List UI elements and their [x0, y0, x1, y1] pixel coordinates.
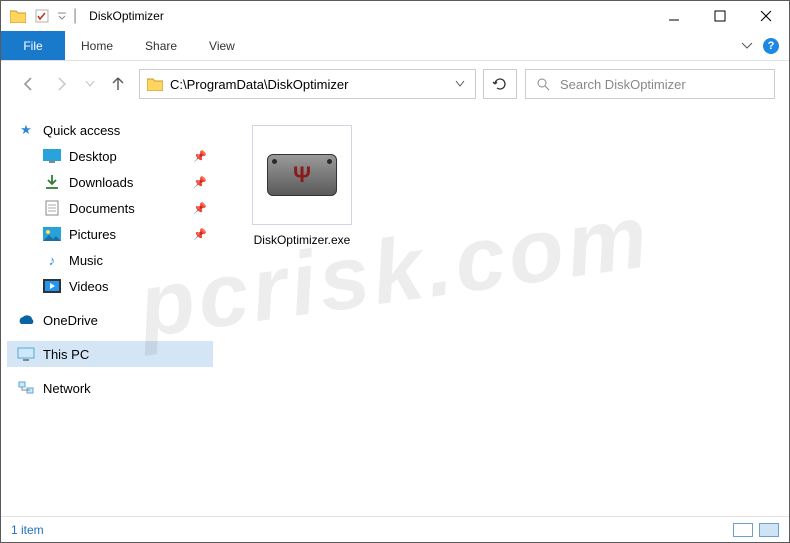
tab-share[interactable]: Share: [129, 31, 193, 60]
quick-access-header[interactable]: ★ Quick access: [7, 117, 213, 143]
navigation-pane: ★ Quick access Desktop 📌 Downloads 📌 Doc…: [1, 107, 219, 516]
sidebar-item-music[interactable]: ♪ Music: [7, 247, 213, 273]
sidebar-item-documents[interactable]: Documents 📌: [7, 195, 213, 221]
pin-icon: 📌: [193, 228, 207, 241]
quick-access-label: Quick access: [43, 123, 120, 138]
sidebar-item-pictures[interactable]: Pictures 📌: [7, 221, 213, 247]
sidebar-item-network[interactable]: Network: [7, 375, 213, 401]
sidebar-item-label: Pictures: [69, 227, 116, 242]
sidebar-item-videos[interactable]: Videos: [7, 273, 213, 299]
qat-chevron-down-icon[interactable]: [57, 7, 67, 25]
back-button[interactable]: [15, 71, 41, 97]
file-tab[interactable]: File: [1, 31, 65, 60]
quick-access-icon: ★: [17, 121, 35, 139]
file-list[interactable]: Ψ DiskOptimizer.exe: [219, 107, 789, 516]
search-box[interactable]: [525, 69, 775, 99]
large-icons-view-button[interactable]: [759, 523, 779, 537]
sidebar-item-label: Documents: [69, 201, 135, 216]
status-bar: 1 item: [1, 516, 789, 542]
sidebar-item-downloads[interactable]: Downloads 📌: [7, 169, 213, 195]
sidebar-item-label: OneDrive: [43, 313, 98, 328]
address-bar[interactable]: [139, 69, 476, 99]
search-icon: [534, 75, 552, 93]
videos-icon: [43, 277, 61, 295]
sidebar-item-thispc[interactable]: This PC: [7, 341, 213, 367]
title-bar: | DiskOptimizer: [1, 1, 789, 31]
pin-icon: 📌: [193, 150, 207, 163]
help-icon[interactable]: ?: [763, 38, 779, 54]
music-icon: ♪: [43, 251, 61, 269]
item-count: 1 item: [11, 523, 44, 537]
tab-view[interactable]: View: [193, 31, 251, 60]
forward-button[interactable]: [49, 71, 75, 97]
thispc-icon: [17, 345, 35, 363]
up-button[interactable]: [105, 71, 131, 97]
search-input[interactable]: [560, 77, 766, 92]
window-title: DiskOptimizer: [89, 9, 164, 23]
qat-properties-icon[interactable]: [33, 7, 51, 25]
network-icon: [17, 379, 35, 397]
recent-locations-icon[interactable]: [83, 71, 97, 97]
pictures-icon: [43, 225, 61, 243]
sidebar-item-label: This PC: [43, 347, 89, 362]
nav-row: [1, 61, 789, 107]
sidebar-item-desktop[interactable]: Desktop 📌: [7, 143, 213, 169]
exe-icon: Ψ: [267, 148, 337, 203]
address-input[interactable]: [170, 77, 445, 92]
ribbon-expand-icon[interactable]: [741, 37, 753, 55]
sidebar-item-label: Videos: [69, 279, 109, 294]
maximize-button[interactable]: [697, 1, 743, 31]
sidebar-item-label: Desktop: [69, 149, 117, 164]
tab-home[interactable]: Home: [65, 31, 129, 60]
close-button[interactable]: [743, 1, 789, 31]
ribbon: File Home Share View ?: [1, 31, 789, 61]
file-item[interactable]: Ψ DiskOptimizer.exe: [237, 125, 367, 247]
desktop-icon: [43, 147, 61, 165]
details-view-button[interactable]: [733, 523, 753, 537]
pin-icon: 📌: [193, 176, 207, 189]
folder-window-icon: [9, 7, 27, 25]
documents-icon: [43, 199, 61, 217]
file-thumbnail: Ψ: [252, 125, 352, 225]
sidebar-item-label: Network: [43, 381, 91, 396]
refresh-button[interactable]: [483, 69, 517, 99]
pin-icon: 📌: [193, 202, 207, 215]
address-history-chevron-icon[interactable]: [451, 75, 469, 93]
downloads-icon: [43, 173, 61, 191]
sidebar-item-label: Downloads: [69, 175, 133, 190]
title-separator: |: [73, 7, 77, 25]
sidebar-item-label: Music: [69, 253, 103, 268]
onedrive-icon: [17, 311, 35, 329]
file-name: DiskOptimizer.exe: [237, 233, 367, 247]
sidebar-item-onedrive[interactable]: OneDrive: [7, 307, 213, 333]
folder-icon: [146, 75, 164, 93]
minimize-button[interactable]: [651, 1, 697, 31]
